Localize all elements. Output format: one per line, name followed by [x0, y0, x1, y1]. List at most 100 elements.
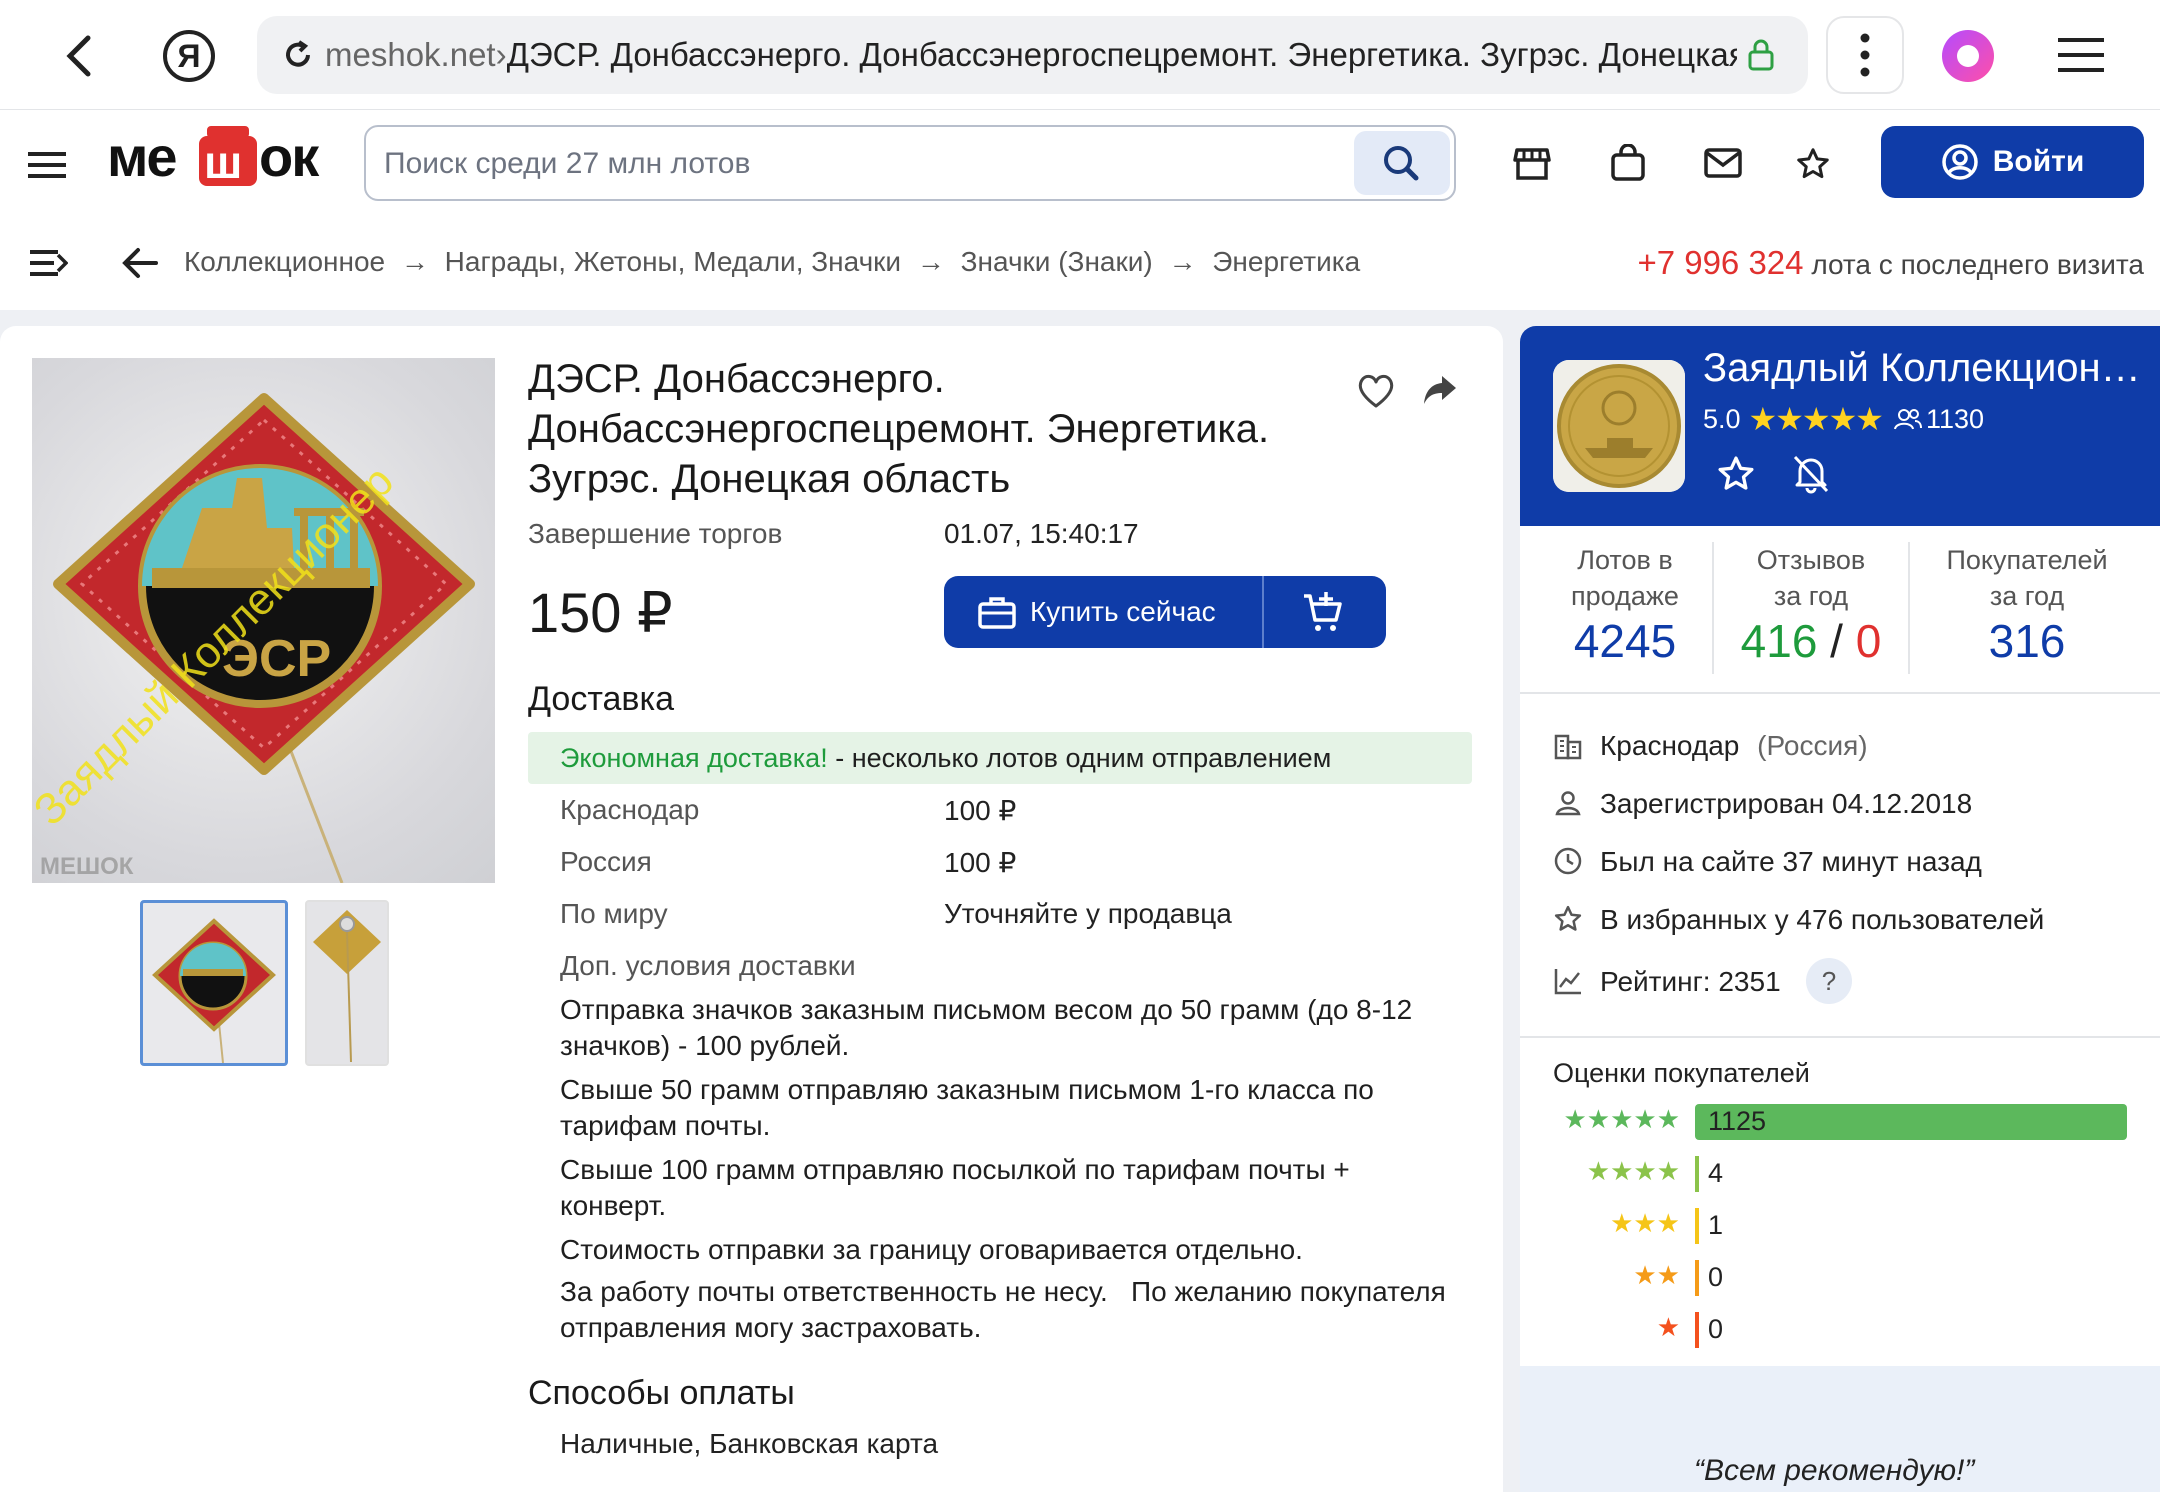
- new-lots-count: +7 996 324: [1637, 244, 1804, 281]
- briefcase-icon: [978, 595, 1016, 629]
- url-path: ДЭСР. Донбассэнерго. Донбассэнергоспецре…: [506, 36, 1737, 73]
- rating-count-5: 1125: [1708, 1106, 1767, 1136]
- stat-label: за год: [1989, 581, 2065, 611]
- lot-title: ДЭСР. Донбассэнерго. Донбассэнергоспецре…: [528, 357, 1270, 501]
- thumbnail-1[interactable]: [140, 900, 288, 1066]
- favorites-value: 476 пользователей: [1796, 904, 2045, 935]
- yandex-icon[interactable]: Я: [163, 30, 215, 82]
- economy-delivery-highlight[interactable]: Экономная доставка!: [560, 743, 828, 774]
- hamburger-icon[interactable]: [2058, 36, 2104, 74]
- rating-count-4: 4: [1708, 1158, 1724, 1188]
- stat-label: Лотов в: [1577, 545, 1673, 575]
- delivery-paragraph: Отправка значков заказным письмом весом …: [560, 994, 1413, 1061]
- extra-delivery-heading: Доп. условия доставки: [560, 950, 856, 981]
- seller-avatar[interactable]: [1553, 360, 1685, 492]
- favorites-label: В избранных у: [1600, 904, 1797, 935]
- registered-label: Зарегистрирован: [1600, 788, 1833, 819]
- stat-label: Отзывов: [1756, 545, 1866, 575]
- buy-now-label: Купить сейчас: [1030, 596, 1216, 627]
- search-input[interactable]: Поиск среди 27 млн лотов: [384, 147, 750, 181]
- last-seen-label: Был на сайте: [1600, 846, 1783, 877]
- more-menu-button[interactable]: [1826, 16, 1904, 94]
- user-circle-icon: [1941, 144, 1978, 180]
- breadcrumb-item[interactable]: Значки (Знаки): [961, 246, 1153, 277]
- stat-buyers[interactable]: Покупателей за год 316: [1910, 542, 2144, 668]
- address-bar[interactable]: meshok.net › ДЭСР. Донбассэнерго. Донбас…: [257, 16, 1808, 94]
- login-button[interactable]: Войти: [1881, 126, 2144, 198]
- coin-image: [1553, 360, 1685, 492]
- heart-icon[interactable]: [1356, 372, 1396, 410]
- seller-country: (Россия): [1757, 730, 1868, 761]
- badge-thumbnail: [152, 918, 276, 1063]
- section-divider: [1520, 1036, 2160, 1038]
- rating-bar-3: [1695, 1208, 1699, 1244]
- seller-rating: 5.0: [1703, 403, 1741, 434]
- breadcrumb-item[interactable]: Награды, Жетоны, Медали, Значки: [445, 246, 901, 277]
- back-arrow-icon[interactable]: [122, 246, 158, 280]
- lot-main-image[interactable]: ЭСР Заядлый Коллекционер МЕШОК: [32, 358, 495, 883]
- delivery-region-price: 100 ₽: [944, 847, 1017, 878]
- watermark-logo: МЕШОК: [40, 853, 134, 880]
- search-button[interactable]: [1354, 131, 1450, 195]
- rating-help-button[interactable]: ?: [1806, 958, 1852, 1004]
- section-divider: [1520, 692, 2160, 694]
- economy-delivery-banner: Экономная доставка! - несколько лотов од…: [528, 732, 1472, 784]
- catalog-menu-icon[interactable]: [28, 150, 66, 180]
- favorites-star-icon[interactable]: [1795, 146, 1831, 182]
- reviews-separator: /: [1817, 615, 1856, 667]
- breadcrumb-item[interactable]: Коллекционное: [184, 246, 385, 277]
- thumbnail-2[interactable]: [305, 900, 389, 1066]
- star-outline-icon: [1553, 904, 1583, 934]
- search-box[interactable]: Поиск среди 27 млн лотов: [364, 125, 1456, 201]
- rating-count-2: 0: [1708, 1262, 1724, 1292]
- search-icon: [1384, 146, 1419, 181]
- rating-count-3: 1: [1708, 1210, 1724, 1240]
- back-icon[interactable]: [60, 34, 100, 78]
- share-icon[interactable]: [1422, 374, 1458, 406]
- rating-label: Рейтинг:: [1600, 966, 1719, 997]
- delivery-paragraph: Свыше 100 грамм отправляю посылкой по та…: [560, 1154, 1350, 1221]
- rating-bar-4: [1695, 1156, 1699, 1192]
- bag-icon[interactable]: [1610, 144, 1646, 182]
- rating-count-1: 0: [1708, 1314, 1724, 1344]
- stat-lots-for-sale[interactable]: Лотов в продаже 4245: [1530, 542, 1720, 668]
- lot-price: 150 ₽: [528, 581, 673, 644]
- svg-text:ме: ме: [107, 125, 176, 188]
- seller-name[interactable]: Заядлый Коллекционер: [1703, 346, 2143, 391]
- last-seen-value: 37 минут назад: [1782, 846, 1982, 877]
- seller-location: Краснодар (Россия): [1600, 730, 1868, 762]
- followers-icon: [1893, 408, 1922, 430]
- clock-icon: [1553, 846, 1583, 876]
- seller-last-seen: Был на сайте 37 минут назад: [1600, 846, 1982, 878]
- stat-reviews[interactable]: Отзывов за год 416 / 0: [1714, 542, 1908, 668]
- mail-icon[interactable]: [1704, 148, 1742, 178]
- add-to-cart-icon[interactable]: [1302, 592, 1344, 634]
- rating-stars-2: ★★: [1633, 1260, 1680, 1290]
- delivery-region-label: По миру: [560, 898, 668, 929]
- bell-off-icon[interactable]: [1790, 452, 1832, 494]
- breadcrumb-item[interactable]: Энергетика: [1212, 246, 1360, 277]
- economy-delivery-text: - несколько лотов одним отправлением: [827, 742, 1332, 773]
- buy-now-button[interactable]: Купить сейчас: [944, 576, 1386, 648]
- site-logo[interactable]: ме ш ок: [107, 124, 327, 188]
- svg-text:ш: ш: [204, 136, 240, 188]
- delivery-region-label: Россия: [560, 846, 652, 877]
- stat-value: 416 / 0: [1714, 614, 1908, 668]
- lock-icon: [1747, 38, 1775, 72]
- alice-icon[interactable]: [1940, 28, 1996, 84]
- badge-back-thumbnail: [313, 910, 381, 1063]
- delivery-paragraph: За работу почты ответственность не несу.…: [560, 1276, 1454, 1343]
- auction-end-label: Завершение торгов: [528, 518, 783, 549]
- category-list-icon[interactable]: [30, 248, 68, 278]
- follow-star-icon[interactable]: [1716, 454, 1756, 494]
- breadcrumb-separator: →: [1168, 246, 1197, 277]
- registered-date: 04.12.2018: [1832, 788, 1973, 819]
- login-label: Войти: [1992, 145, 2085, 178]
- kebab-icon: [1860, 33, 1870, 77]
- reload-icon[interactable]: [281, 38, 315, 72]
- stat-label: Покупателей: [1946, 545, 2108, 575]
- store-icon[interactable]: [1513, 146, 1551, 182]
- user-icon: [1553, 788, 1583, 818]
- seller-favorites: В избранных у 476 пользователей: [1600, 904, 2044, 936]
- stat-label: за год: [1773, 581, 1849, 611]
